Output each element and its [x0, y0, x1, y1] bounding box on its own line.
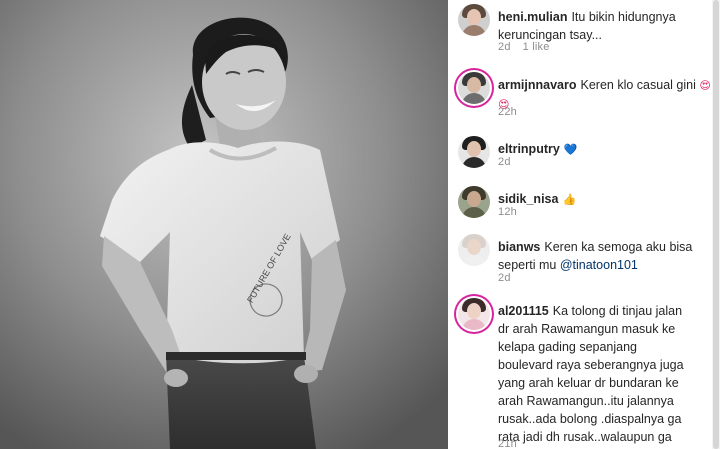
- comment-time[interactable]: 2d: [498, 272, 511, 284]
- user-avatar[interactable]: [458, 72, 490, 104]
- comment-time[interactable]: 2d: [498, 156, 511, 168]
- user-avatar[interactable]: [458, 234, 490, 266]
- comment-username[interactable]: sidik_nisa: [498, 192, 558, 206]
- comment-username[interactable]: bianws: [498, 240, 540, 254]
- comments-panel[interactable]: heni.mulian Itu bikin hidungnya keruncing…: [448, 0, 720, 449]
- comments-scrollbar[interactable]: [712, 0, 720, 449]
- comment-time[interactable]: 21h: [498, 438, 517, 449]
- post-photo[interactable]: FUTURE OF LOVE: [0, 0, 448, 449]
- user-avatar[interactable]: [458, 186, 490, 218]
- user-avatar[interactable]: [458, 298, 490, 330]
- user-avatar[interactable]: [458, 136, 490, 168]
- comment-time[interactable]: 12h: [498, 206, 517, 218]
- comment-likes[interactable]: 1 like: [523, 41, 550, 53]
- comment-username[interactable]: eltrinputry: [498, 142, 560, 156]
- comment-username[interactable]: heni.mulian: [498, 10, 567, 24]
- mention-link[interactable]: @tinatoon101: [560, 258, 638, 272]
- comment-username[interactable]: armijnnavaro: [498, 78, 577, 92]
- comment-username[interactable]: al201115: [498, 304, 549, 318]
- comment-time[interactable]: 2d: [498, 41, 511, 53]
- comment-body: Ka tolong di tinjau jalan dr arah Rawama…: [498, 304, 684, 449]
- scrollbar-thumb[interactable]: [713, 0, 719, 449]
- woman-portrait-image: FUTURE OF LOVE: [0, 0, 448, 449]
- comment-body: Keren klo casual gini: [580, 78, 696, 92]
- comment-time[interactable]: 22h: [498, 106, 517, 118]
- user-avatar[interactable]: [458, 4, 490, 36]
- thumbs-up-emoji-icon: 👍: [562, 193, 577, 206]
- blue-heart-emoji-icon: 💙: [563, 143, 578, 156]
